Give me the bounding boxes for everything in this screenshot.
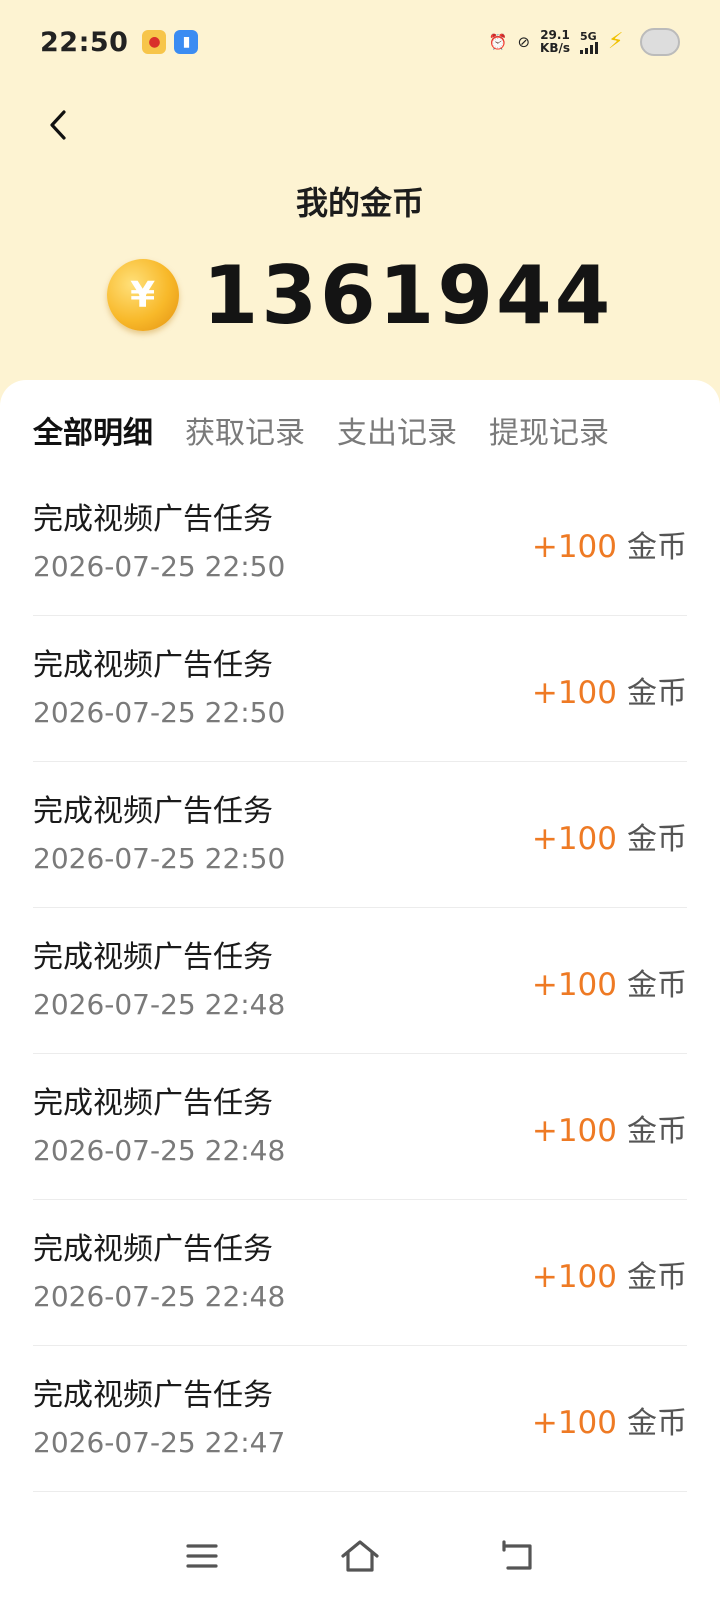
balance-amount: 1361944	[202, 248, 614, 342]
record-time: 2026-07-25 22:48	[33, 1280, 286, 1313]
list-item: 完成视频广告任务 2026-07-25 22:47 +100 金币	[33, 1346, 687, 1492]
record-title: 完成视频广告任务	[33, 648, 273, 683]
record-title: 完成视频广告任务	[33, 1378, 273, 1413]
list-item: 完成视频广告任务 2026-07-25 22:50 +100 金币	[33, 470, 687, 616]
menu-button[interactable]	[178, 1532, 226, 1580]
record-title: 完成视频广告任务	[33, 794, 273, 829]
coin-icon: ¥	[106, 259, 179, 331]
record-value: +100 金币	[532, 1398, 687, 1442]
balance-row: ¥ 1361944	[0, 248, 720, 342]
notification-icons: ● ▮	[142, 30, 199, 54]
net-speed-unit: KB/s	[540, 41, 570, 55]
record-unit: 金币	[627, 1114, 687, 1149]
record-title: 完成视频广告任务	[33, 1086, 273, 1121]
menu-icon	[186, 1544, 218, 1568]
record-value: +100 金币	[532, 1252, 687, 1296]
alarm-icon: ⏰	[488, 33, 508, 51]
record-list: 完成视频广告任务 2026-07-25 22:50 +100 金币 完成视频广告…	[33, 470, 687, 1492]
record-amount: +100	[531, 1405, 617, 1441]
record-amount: +100	[531, 1259, 617, 1295]
page-title: 我的金币	[295, 184, 424, 222]
record-title: 完成视频广告任务	[33, 502, 273, 537]
record-unit: 金币	[627, 676, 687, 711]
charging-icon: ⚡	[608, 29, 624, 54]
record-time: 2026-07-25 22:50	[33, 842, 286, 875]
list-item: 完成视频广告任务 2026-07-25 22:50 +100 金币	[33, 762, 687, 908]
record-time: 2026-07-25 22:48	[33, 988, 286, 1021]
tab-withdraw-records[interactable]: 提现记录	[489, 408, 609, 452]
document-icon: ▮	[174, 30, 199, 54]
record-unit: 金币	[627, 822, 687, 857]
record-unit: 金币	[627, 530, 687, 565]
record-time: 2026-07-25 22:50	[33, 696, 286, 729]
record-value: +100 金币	[532, 668, 687, 712]
list-item: 完成视频广告任务 2026-07-25 22:50 +100 金币	[33, 616, 687, 762]
tab-all-details[interactable]: 全部明细	[33, 408, 153, 452]
status-time: 22:50	[40, 26, 129, 58]
network-speed: 29.1 KB/s	[540, 29, 570, 55]
home-icon	[341, 1540, 379, 1572]
record-title: 完成视频广告任务	[33, 940, 273, 975]
record-amount: +100	[531, 529, 617, 565]
back-nav-button[interactable]	[494, 1532, 542, 1580]
record-unit: 金币	[627, 1260, 687, 1295]
battery-icon	[640, 28, 680, 56]
system-nav-bar	[0, 1504, 720, 1608]
signal-icon: 5G	[580, 31, 598, 54]
chevron-left-icon	[50, 110, 66, 140]
back-button[interactable]	[36, 100, 80, 150]
status-bar: 22:50 ● ▮ ⏰ ⊘ 29.1 KB/s 5G ⚡	[0, 0, 720, 84]
eye-off-icon: ⊘	[517, 33, 531, 51]
record-unit: 金币	[627, 968, 687, 1003]
record-value: +100 金币	[532, 814, 687, 858]
return-icon	[502, 1540, 532, 1570]
record-amount: +100	[531, 675, 617, 711]
list-item: 完成视频广告任务 2026-07-25 22:48 +100 金币	[33, 908, 687, 1054]
home-button[interactable]	[336, 1532, 384, 1580]
record-value: +100 金币	[532, 522, 687, 566]
tab-spend-records[interactable]: 支出记录	[337, 408, 457, 452]
record-unit: 金币	[627, 1406, 687, 1441]
record-time: 2026-07-25 22:47	[33, 1426, 286, 1459]
record-title: 完成视频广告任务	[33, 1232, 273, 1267]
record-value: +100 金币	[532, 1106, 687, 1150]
record-time: 2026-07-25 22:50	[33, 550, 286, 583]
tab-earn-records[interactable]: 获取记录	[185, 408, 305, 452]
list-item: 完成视频广告任务 2026-07-25 22:48 +100 金币	[33, 1054, 687, 1200]
record-value: +100 金币	[532, 960, 687, 1004]
record-time: 2026-07-25 22:48	[33, 1134, 286, 1167]
content-card: 全部明细 获取记录 支出记录 提现记录 完成视频广告任务 2026-07-25 …	[0, 380, 720, 1608]
weibo-icon: ●	[142, 30, 167, 54]
status-right: ⏰ ⊘ 29.1 KB/s 5G ⚡	[489, 28, 680, 56]
record-amount: +100	[531, 967, 617, 1003]
record-tabs: 全部明细 获取记录 支出记录 提现记录	[33, 408, 609, 452]
record-amount: +100	[531, 821, 617, 857]
record-amount: +100	[531, 1113, 617, 1149]
network-type: 5G	[580, 29, 597, 43]
list-item: 完成视频广告任务 2026-07-25 22:48 +100 金币	[33, 1200, 687, 1346]
signal-bars	[580, 41, 598, 54]
